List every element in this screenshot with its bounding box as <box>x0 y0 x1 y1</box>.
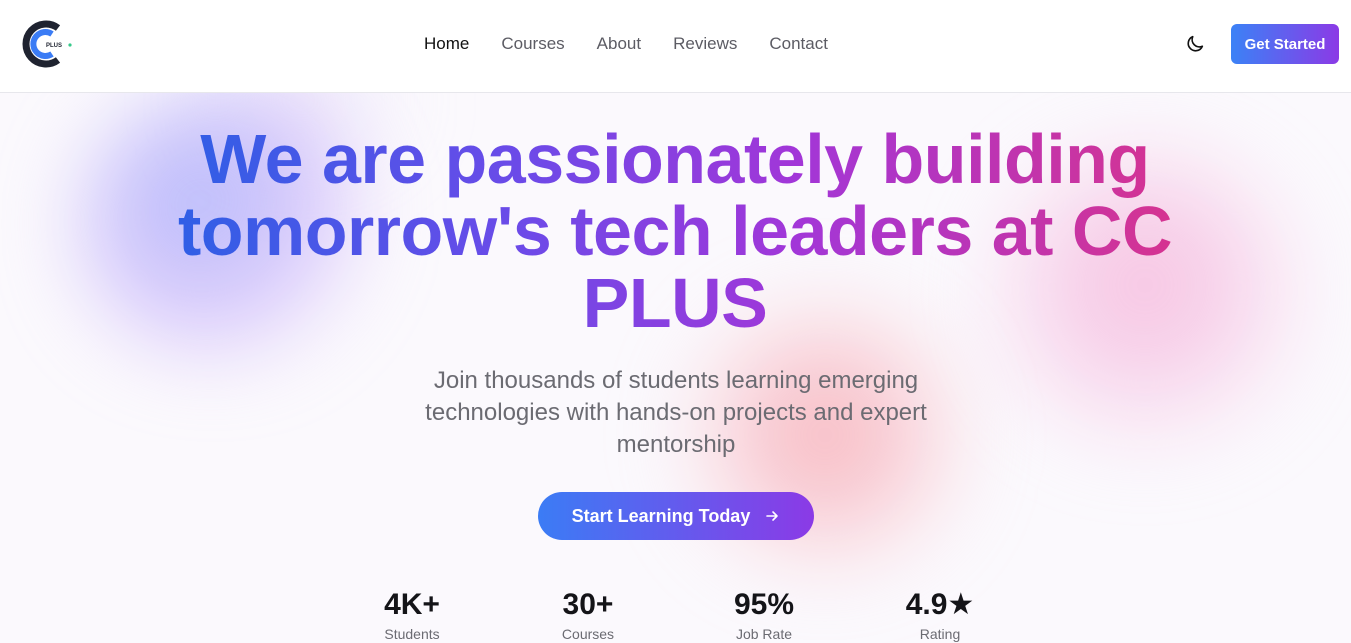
stats-row: 4K+ Students 30+ Courses 95% Job Rate 4.… <box>0 588 1351 643</box>
nav-item-about[interactable]: About <box>597 34 641 54</box>
stat-students: 4K+ Students <box>342 588 482 642</box>
arrow-right-icon <box>766 511 779 521</box>
start-learning-label: Start Learning Today <box>571 505 751 526</box>
stat-job-rate: 95% Job Rate <box>694 588 834 642</box>
hero-section: We are passionately building tomorrow's … <box>0 93 1351 643</box>
stat-label: Courses <box>561 626 615 642</box>
logo-text: PLUS <box>46 43 62 49</box>
hero-subtitle: Join thousands of students learning emer… <box>425 367 927 458</box>
start-learning-button[interactable]: Start Learning Today <box>538 492 814 540</box>
site-header: PLUS Home Courses About Reviews Contact … <box>0 0 1351 93</box>
logo[interactable]: PLUS <box>18 20 74 68</box>
stat-value: 95% <box>733 588 795 621</box>
stat-value: 30+ <box>562 588 614 621</box>
nav-item-home[interactable]: Home <box>424 34 469 54</box>
get-started-button[interactable]: Get Started <box>1231 24 1339 64</box>
nav-item-courses[interactable]: Courses <box>501 34 564 54</box>
nav-item-contact[interactable]: Contact <box>769 34 828 54</box>
stat-value: 4K+ <box>384 588 440 621</box>
stat-courses: 30+ Courses <box>518 588 658 642</box>
stat-value: 4.9★ <box>905 588 975 621</box>
stat-rating: 4.9★ Rating <box>870 588 1010 642</box>
stat-label: Rating <box>919 626 961 642</box>
theme-toggle-button[interactable] <box>1184 33 1206 55</box>
stat-label: Job Rate <box>735 626 793 642</box>
nav-item-reviews[interactable]: Reviews <box>673 34 737 54</box>
main-nav: Home Courses About Reviews Contact <box>424 34 860 54</box>
stat-label: Students <box>384 626 440 642</box>
moon-icon <box>1187 35 1204 52</box>
cc-plus-logo-icon: PLUS <box>22 20 72 68</box>
hero-headline: We are passionately building tomorrow's … <box>175 123 1175 339</box>
